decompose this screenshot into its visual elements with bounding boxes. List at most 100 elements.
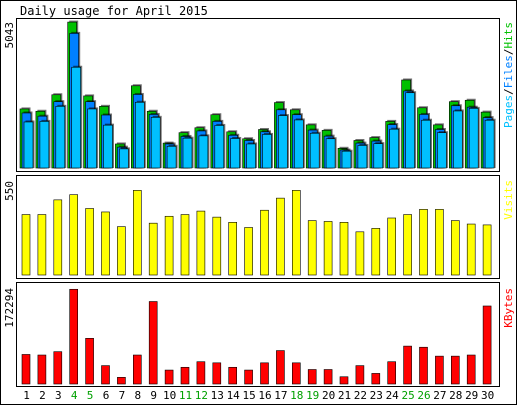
xlabel-day-21: 21 [338,389,351,402]
bar-pages-day-15 [246,142,258,169]
xlabel-day-5: 5 [87,389,94,402]
bar-kbytes-day-25 [403,345,412,385]
bar-kbytes-day-22 [355,365,365,385]
bar-pages-day-25 [405,91,417,169]
bar-visits-day-2 [37,214,47,276]
bar-pages-day-22 [357,143,369,169]
bar-kbytes-day-16 [260,362,269,385]
legend-pages-files-hits: Pages/Files/Hits [502,22,515,128]
bar-visits-day-11 [180,214,190,276]
xlabel-day-14: 14 [227,389,241,402]
bar-pages-day-2 [39,119,51,169]
bar-visits-day-25 [403,214,412,276]
bar-pages-day-18 [293,118,305,169]
bar-visits-day-21 [339,222,349,276]
bar-visits-day-7 [117,226,126,276]
bar-visits-day-22 [355,231,365,276]
bar-visits-day-14 [228,222,237,276]
bar-visits-day-4 [69,194,78,276]
bar-pages-day-30 [484,118,496,169]
bar-kbytes-day-20 [323,369,333,385]
xlabel-day-30: 30 [481,389,494,402]
xlabel-day-28: 28 [449,389,462,402]
bar-kbytes-day-6 [101,365,110,385]
bar-visits-day-28 [450,220,460,276]
bar-visits-day-16 [260,209,269,276]
bar-visits-day-29 [466,223,476,276]
bar-kbytes-day-1 [21,354,31,385]
bar-visits-day-27 [435,209,444,276]
bar-kbytes-day-24 [387,361,397,385]
bar-pages-day-13 [214,123,226,169]
xlabel-day-3: 3 [55,389,62,402]
xlabel-day-18: 18 [290,389,303,402]
bar-kbytes-day-17 [276,350,285,385]
bar-pages-day-12 [198,134,210,169]
bar-kbytes-day-11 [180,366,190,385]
bar-pages-day-11 [182,136,194,169]
xlabel-day-15: 15 [242,389,255,402]
bar-visits-day-15 [244,227,253,276]
chart-title: Daily usage for April 2015 [20,4,208,18]
ylabel-top-hits: 5043 [3,22,16,49]
bar-kbytes-day-21 [339,376,349,385]
bar-pages-day-10 [166,144,178,169]
bar-pages-day-5 [87,107,99,169]
bar-visits-day-3 [53,199,63,276]
bar-kbytes-day-18 [291,362,301,385]
usage-chart: Daily usage for April 2015 5043550172294… [0,0,517,405]
bar-visits-day-9 [148,222,158,276]
xlabel-day-10: 10 [163,389,176,402]
xlabel-day-24: 24 [386,389,400,402]
legend-part: Files [502,55,515,88]
bar-pages-day-14 [230,136,242,169]
bar-visits-day-8 [133,190,142,276]
xlabel-day-8: 8 [134,389,141,402]
bar-visits-day-20 [323,221,333,276]
bar-kbytes-day-7 [117,377,126,385]
legend-visits: Visits [502,180,515,220]
bar-visits-day-5 [85,208,94,276]
bar-pages-day-7 [119,147,130,169]
bar-visits-day-17 [276,197,285,276]
bar-visits-day-24 [387,217,397,276]
xlabel-day-16: 16 [258,389,271,402]
xlabel-day-23: 23 [370,389,383,402]
legend-part: / [502,88,515,95]
xlabel-day-13: 13 [211,389,224,402]
xlabel-day-22: 22 [354,389,367,402]
legend-kbytes: KBytes [502,288,515,328]
bar-pages-day-28 [452,109,464,169]
xlabel-day-29: 29 [465,389,478,402]
xlabel-day-26: 26 [417,389,430,402]
xlabel-day-11: 11 [179,389,192,402]
xlabel-day-25: 25 [401,389,414,402]
bar-visits-day-10 [164,215,174,276]
bar-kbytes-day-26 [419,346,428,385]
xlabel-day-9: 9 [150,389,157,402]
xlabel-day-12: 12 [195,389,208,402]
xlabel-day-19: 19 [306,389,319,402]
bar-pages-day-23 [373,142,385,169]
bar-pages-day-16 [262,132,273,169]
legend-part: Pages [502,95,515,128]
bar-pages-day-9 [150,115,162,169]
legend-part: / [502,49,515,56]
bar-kbytes-day-19 [307,369,317,385]
ylabel-top-visits: 550 [3,181,16,201]
legend-part: Hits [502,22,515,49]
bar-visits-day-6 [101,211,110,276]
xlabel-day-20: 20 [322,389,335,402]
bar-kbytes-day-4 [69,288,78,385]
bar-pages-day-1 [23,120,35,169]
bar-visits-day-23 [371,228,381,276]
bar-kbytes-day-8 [133,354,142,385]
bar-pages-day-20 [325,137,337,169]
bar-kbytes-day-2 [37,354,47,385]
bar-pages-day-24 [389,127,401,169]
bar-visits-day-30 [482,224,492,276]
bar-kbytes-day-15 [244,369,253,385]
bar-kbytes-day-27 [435,355,444,385]
bar-visits-day-13 [212,216,222,276]
bar-pages-day-6 [103,123,114,169]
